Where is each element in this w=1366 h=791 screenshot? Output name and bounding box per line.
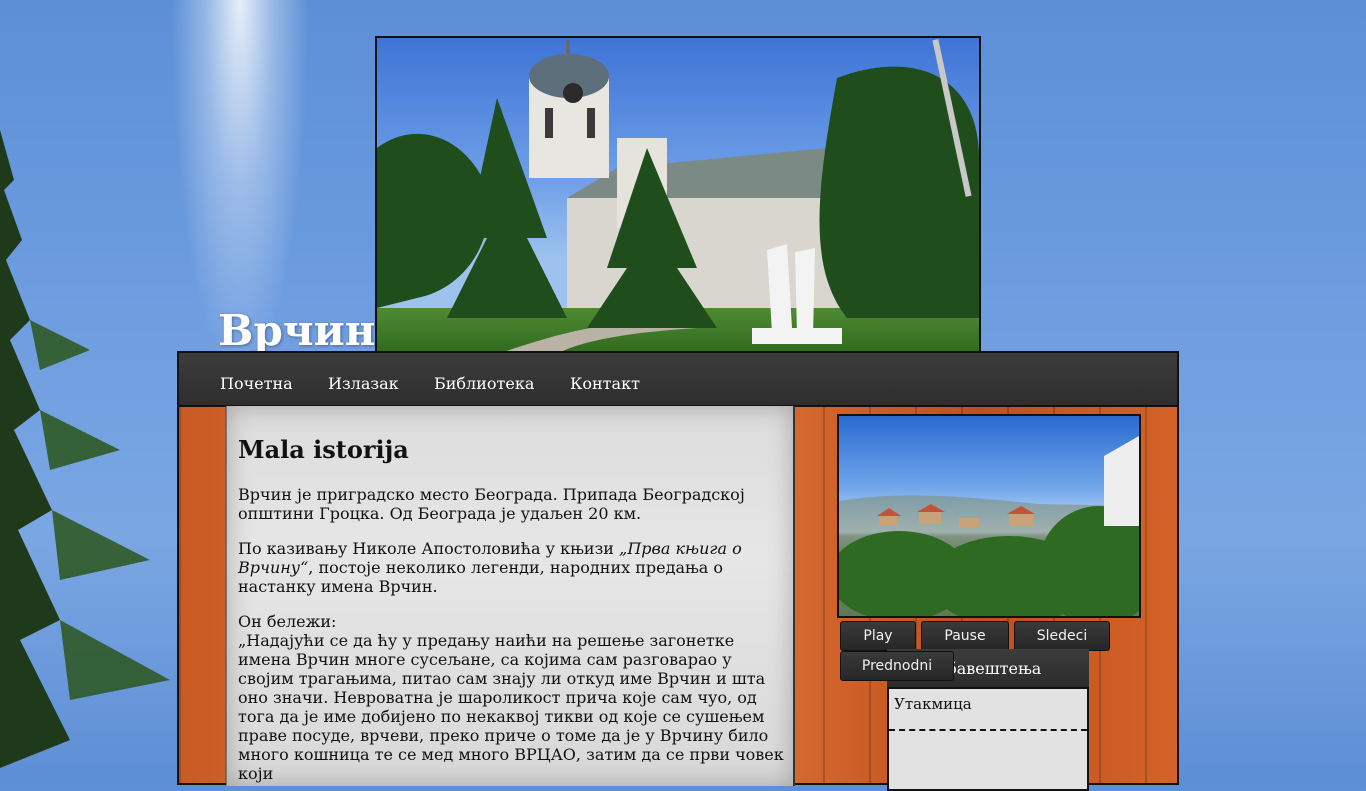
- slider-play-button[interactable]: Play: [840, 621, 916, 651]
- article-paragraph-3-intro: Он бележи:: [238, 612, 337, 631]
- slider-pause-button[interactable]: Pause: [921, 621, 1009, 651]
- header-photo-church: [375, 36, 981, 356]
- main-navbar: Почетна Излазак Библиотека Контакт: [179, 353, 1177, 407]
- notice-divider: [889, 729, 1087, 731]
- article-paragraph-1: Врчин је приградско место Београда. Прип…: [238, 485, 745, 523]
- slider-landscape-image: [839, 436, 1139, 616]
- article-paragraph-3-quote: „Надајући се да ћу у предању наићи на ре…: [238, 631, 784, 783]
- site-title: Врчин: [218, 306, 376, 355]
- paragraph-2-text-end: , постоје неколико легенди, народних пре…: [238, 558, 723, 596]
- nav-item-outing[interactable]: Излазак: [328, 374, 399, 393]
- slider-prev-button[interactable]: Prednodni: [840, 651, 954, 681]
- slider-next-button[interactable]: Sledeci: [1014, 621, 1110, 651]
- article-paragraph-2: По казивању Николе Апостоловића у књизи …: [238, 539, 786, 596]
- paragraph-2-text-start: По казивању Николе Апостоловића у књизи: [238, 539, 620, 558]
- image-slider: [837, 414, 1141, 618]
- background-tree: [0, 130, 170, 768]
- nav-item-contact[interactable]: Контакт: [570, 374, 640, 393]
- article-panel: Mala istorija Врчин је приградско место …: [226, 406, 795, 786]
- church-illustration: [377, 39, 979, 354]
- article-heading: Mala istorija: [238, 435, 409, 464]
- main-container: Почетна Излазак Библиотека Контакт Mala …: [177, 351, 1179, 791]
- nav-item-library[interactable]: Библиотека: [434, 374, 534, 393]
- nav-item-home[interactable]: Почетна: [220, 374, 293, 393]
- notice-item[interactable]: Утакмица: [894, 695, 972, 713]
- notices-list: Утакмица: [887, 687, 1089, 791]
